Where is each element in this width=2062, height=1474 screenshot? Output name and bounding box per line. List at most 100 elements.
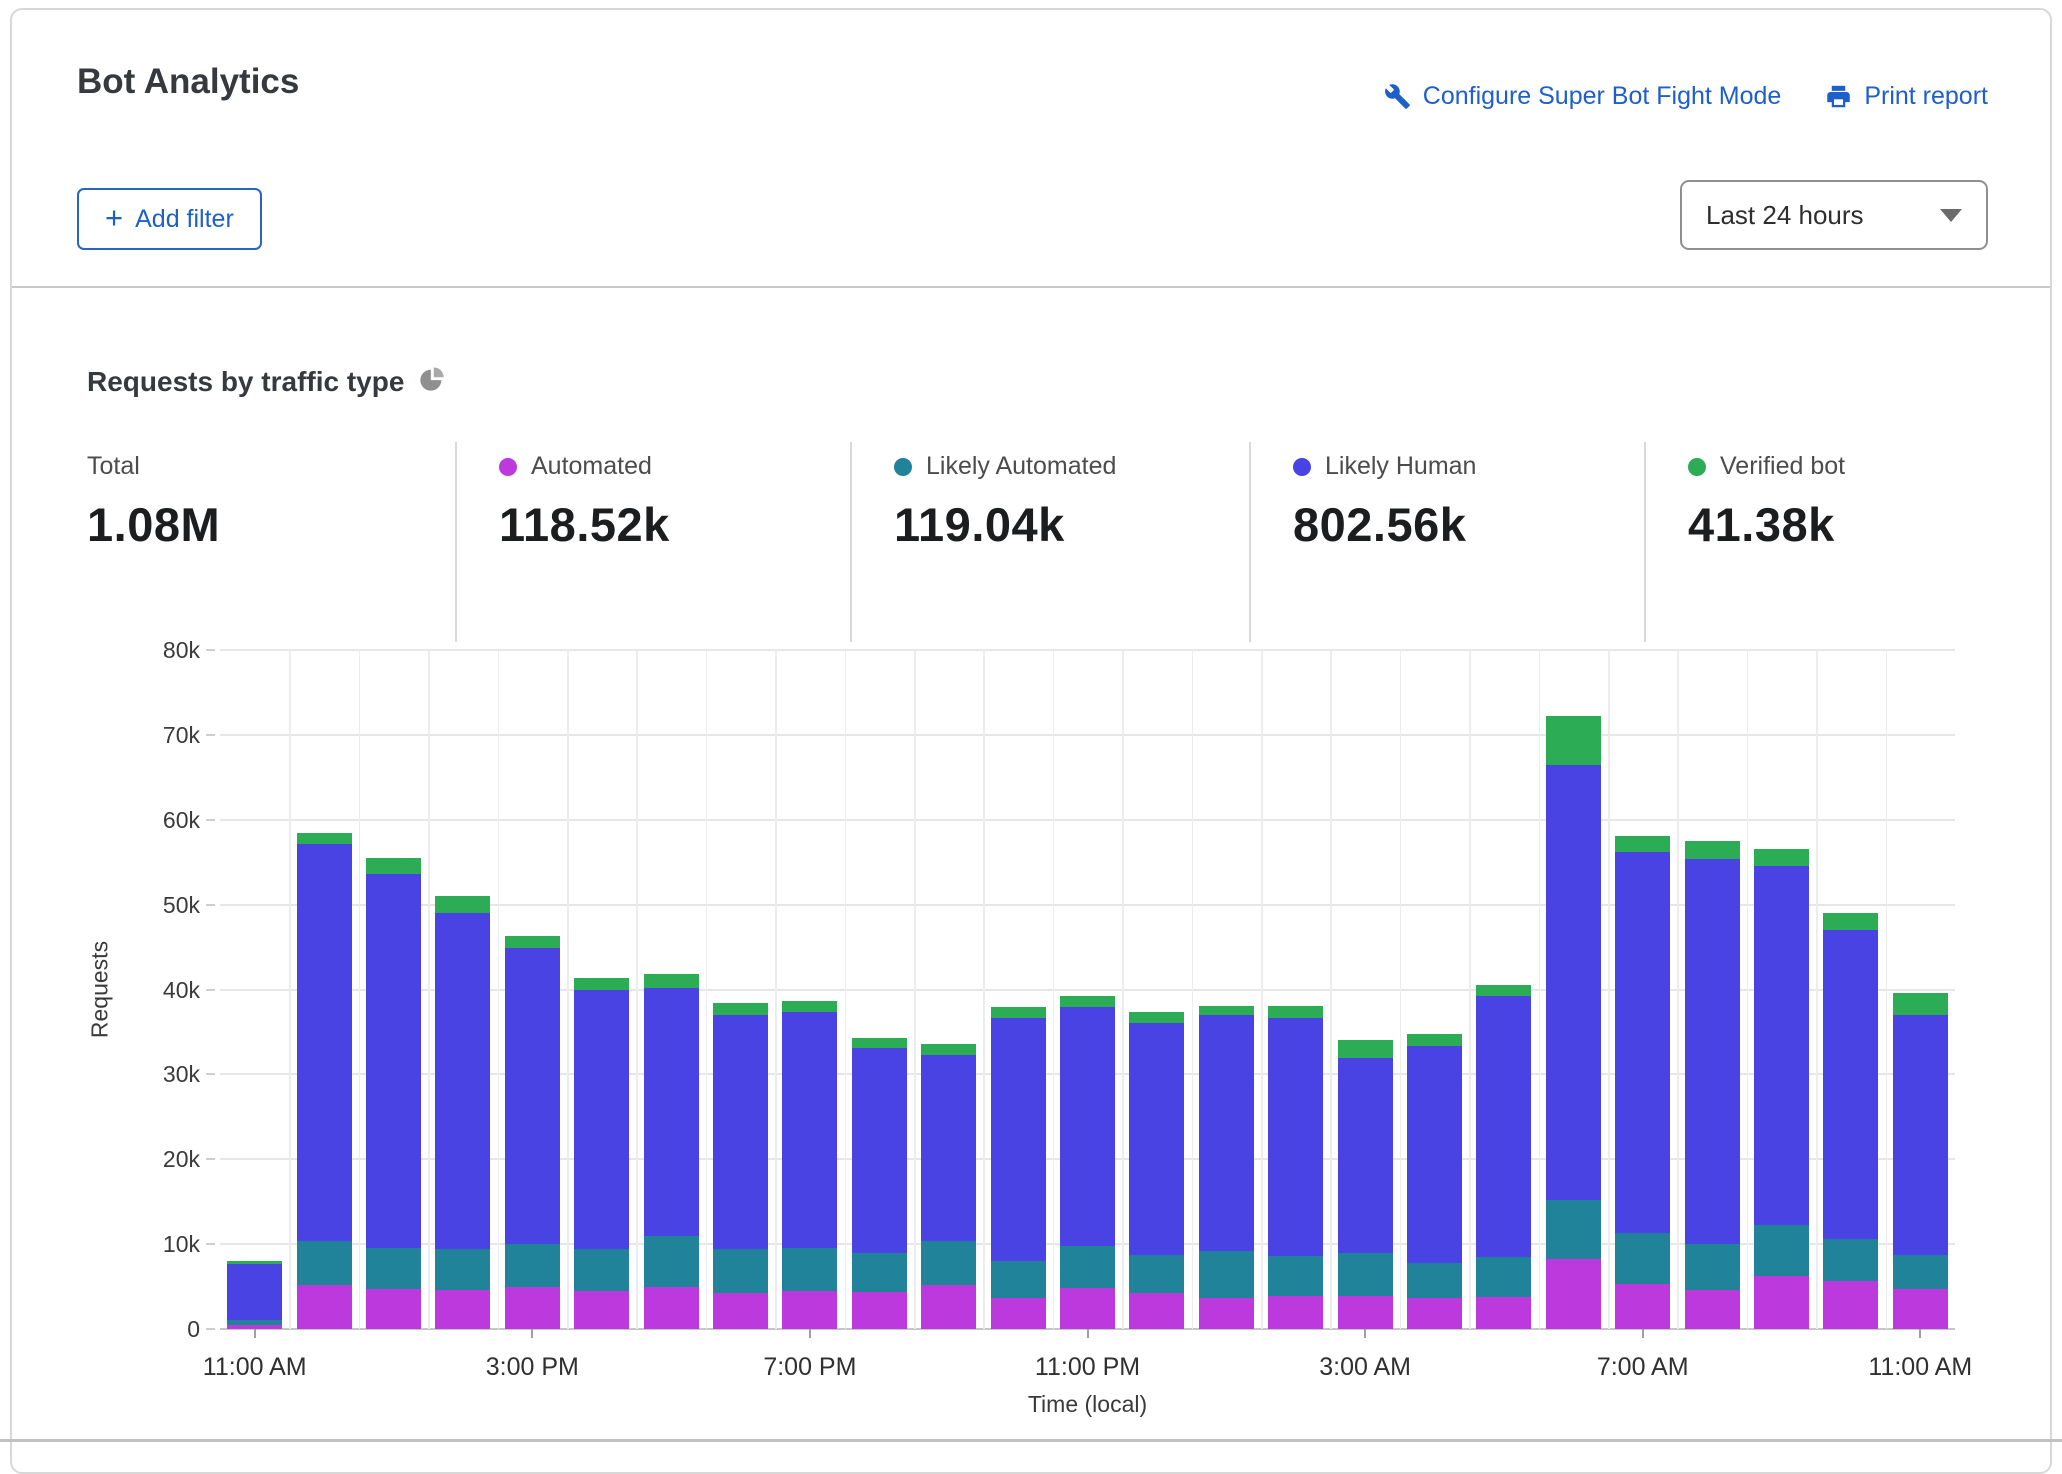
bar-700am-likely-automated[interactable]: [1615, 1233, 1670, 1284]
bar-1200pm-likely-automated[interactable]: [297, 1241, 352, 1285]
bar-300am-verified-bot[interactable]: [1338, 1040, 1393, 1059]
bar-1200am-likely-automated[interactable]: [1129, 1255, 1184, 1293]
bar-800pm-verified-bot[interactable]: [852, 1038, 907, 1048]
bar-600pm-verified-bot[interactable]: [713, 1003, 768, 1015]
bar-500am-likely-human[interactable]: [1476, 996, 1531, 1257]
bar-1000am-likely-human[interactable]: [1823, 930, 1878, 1239]
bar-400pm-likely-automated[interactable]: [574, 1249, 629, 1291]
bar-500am-likely-automated[interactable]: [1476, 1257, 1531, 1297]
bar-300pm-verified-bot[interactable]: [505, 936, 560, 948]
bar-1100am-likely-automated[interactable]: [1893, 1255, 1948, 1289]
bar-900am-likely-automated[interactable]: [1754, 1225, 1809, 1276]
bar-900am-verified-bot[interactable]: [1754, 849, 1809, 865]
bar-300am-automated[interactable]: [1338, 1296, 1393, 1329]
bar-800pm-automated[interactable]: [852, 1292, 907, 1329]
bar-300am-likely-human[interactable]: [1338, 1058, 1393, 1252]
bar-200am-automated[interactable]: [1268, 1296, 1323, 1329]
bar-700pm-likely-human[interactable]: [782, 1012, 837, 1248]
bar-900am-automated[interactable]: [1754, 1276, 1809, 1329]
bar-1100am-likely-human[interactable]: [1893, 1015, 1948, 1255]
bar-1200am-verified-bot[interactable]: [1129, 1012, 1184, 1023]
bar-100pm-automated[interactable]: [366, 1289, 421, 1329]
bar-800pm-likely-human[interactable]: [852, 1048, 907, 1253]
bar-500pm-likely-human[interactable]: [644, 988, 699, 1237]
bar-100am-likely-human[interactable]: [1199, 1015, 1254, 1251]
bar-1100am-likely-automated[interactable]: [227, 1320, 282, 1325]
bar-300pm-likely-human[interactable]: [505, 948, 560, 1244]
bar-300pm-automated[interactable]: [505, 1287, 560, 1329]
bar-1100pm-automated[interactable]: [1060, 1288, 1115, 1329]
bar-1100am-verified-bot[interactable]: [1893, 993, 1948, 1015]
bar-400pm-automated[interactable]: [574, 1291, 629, 1329]
configure-super-bot-fight-mode-link[interactable]: Configure Super Bot Fight Mode: [1384, 82, 1782, 111]
bar-1000am-likely-automated[interactable]: [1823, 1239, 1878, 1281]
bar-400am-automated[interactable]: [1407, 1298, 1462, 1329]
bar-1100am-verified-bot[interactable]: [227, 1261, 282, 1264]
bar-1000am-automated[interactable]: [1823, 1281, 1878, 1329]
time-range-dropdown[interactable]: Last 24 hours: [1680, 180, 1988, 250]
bar-800am-automated[interactable]: [1685, 1290, 1740, 1329]
bar-1000pm-automated[interactable]: [991, 1298, 1046, 1329]
bar-100am-verified-bot[interactable]: [1199, 1006, 1254, 1015]
bar-900pm-likely-human[interactable]: [921, 1055, 976, 1241]
bar-700pm-automated[interactable]: [782, 1291, 837, 1329]
bar-400pm-verified-bot[interactable]: [574, 978, 629, 990]
bar-1200pm-likely-human[interactable]: [297, 844, 352, 1240]
bar-600am-likely-human[interactable]: [1546, 765, 1601, 1200]
bar-600pm-automated[interactable]: [713, 1293, 768, 1329]
bar-800am-likely-automated[interactable]: [1685, 1244, 1740, 1290]
bar-600am-likely-automated[interactable]: [1546, 1200, 1601, 1259]
bar-600am-automated[interactable]: [1546, 1259, 1601, 1329]
bar-200pm-likely-human[interactable]: [435, 913, 490, 1249]
bar-200pm-likely-automated[interactable]: [435, 1249, 490, 1290]
bar-1200pm-automated[interactable]: [297, 1285, 352, 1329]
bar-1000am-verified-bot[interactable]: [1823, 913, 1878, 930]
bar-600pm-likely-human[interactable]: [713, 1015, 768, 1249]
bar-600pm-likely-automated[interactable]: [713, 1249, 768, 1293]
bar-100am-likely-automated[interactable]: [1199, 1251, 1254, 1299]
bar-800pm-likely-automated[interactable]: [852, 1253, 907, 1292]
bar-1100pm-likely-human[interactable]: [1060, 1007, 1115, 1245]
bar-800am-likely-human[interactable]: [1685, 859, 1740, 1244]
bar-1100am-likely-human[interactable]: [227, 1264, 282, 1320]
bar-700pm-likely-automated[interactable]: [782, 1248, 837, 1290]
bar-500pm-verified-bot[interactable]: [644, 974, 699, 988]
bar-300pm-likely-automated[interactable]: [505, 1244, 560, 1287]
bar-900pm-likely-automated[interactable]: [921, 1241, 976, 1285]
bar-900pm-automated[interactable]: [921, 1285, 976, 1329]
bar-700am-likely-human[interactable]: [1615, 852, 1670, 1233]
bar-200am-likely-automated[interactable]: [1268, 1256, 1323, 1296]
bar-300am-likely-automated[interactable]: [1338, 1253, 1393, 1296]
bar-200am-verified-bot[interactable]: [1268, 1006, 1323, 1018]
bar-500pm-automated[interactable]: [644, 1287, 699, 1329]
bar-100pm-likely-automated[interactable]: [366, 1248, 421, 1290]
bar-200pm-automated[interactable]: [435, 1290, 490, 1329]
bar-1100am-automated[interactable]: [1893, 1289, 1948, 1329]
add-filter-button[interactable]: + Add filter: [77, 188, 262, 250]
bar-100am-automated[interactable]: [1199, 1298, 1254, 1329]
bar-1000pm-likely-human[interactable]: [991, 1018, 1046, 1261]
bar-200pm-verified-bot[interactable]: [435, 896, 490, 913]
bar-400pm-likely-human[interactable]: [574, 990, 629, 1249]
bar-200am-likely-human[interactable]: [1268, 1018, 1323, 1256]
bar-1000pm-verified-bot[interactable]: [991, 1007, 1046, 1018]
bar-1200am-likely-human[interactable]: [1129, 1023, 1184, 1255]
bar-1200pm-verified-bot[interactable]: [297, 833, 352, 844]
bar-600am-verified-bot[interactable]: [1546, 716, 1601, 765]
bar-800am-verified-bot[interactable]: [1685, 841, 1740, 859]
bar-700am-automated[interactable]: [1615, 1284, 1670, 1329]
bar-400am-likely-automated[interactable]: [1407, 1263, 1462, 1299]
bar-900am-likely-human[interactable]: [1754, 866, 1809, 1225]
print-report-link[interactable]: Print report: [1825, 82, 1988, 111]
bar-1000pm-likely-automated[interactable]: [991, 1261, 1046, 1298]
bar-500pm-likely-automated[interactable]: [644, 1236, 699, 1287]
bar-700am-verified-bot[interactable]: [1615, 836, 1670, 852]
bar-900pm-verified-bot[interactable]: [921, 1044, 976, 1055]
bar-500am-automated[interactable]: [1476, 1297, 1531, 1329]
bar-1200am-automated[interactable]: [1129, 1293, 1184, 1329]
bar-100pm-likely-human[interactable]: [366, 874, 421, 1247]
bar-1100pm-verified-bot[interactable]: [1060, 996, 1115, 1007]
bar-400am-verified-bot[interactable]: [1407, 1034, 1462, 1046]
bar-1100pm-likely-automated[interactable]: [1060, 1246, 1115, 1288]
bar-400am-likely-human[interactable]: [1407, 1046, 1462, 1263]
